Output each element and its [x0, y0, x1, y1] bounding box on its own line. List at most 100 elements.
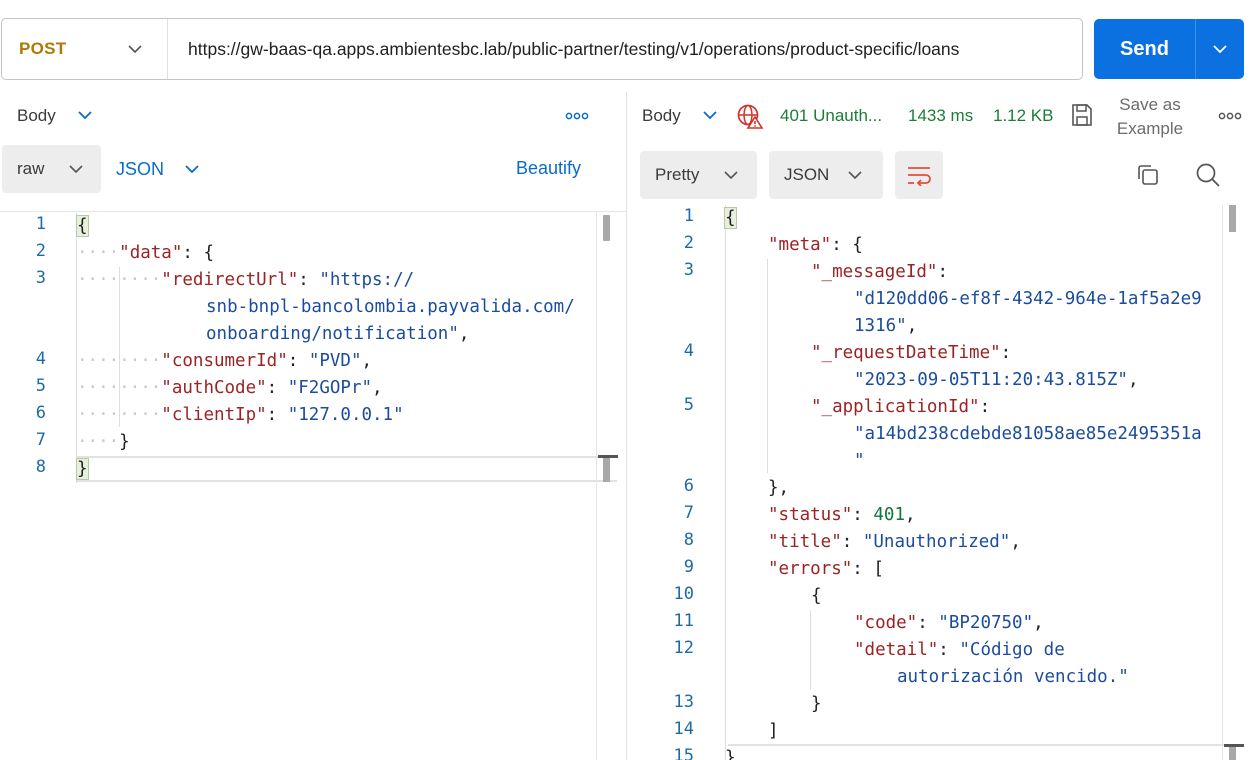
viewer-scroll-track [1222, 205, 1223, 760]
line-number: 7 [683, 503, 694, 523]
response-format-label: JSON [784, 165, 830, 184]
chevron-down-icon [724, 171, 738, 180]
line-number: 12 [673, 638, 694, 658]
editor-scrollbar[interactable] [603, 215, 610, 241]
code-line: ········"clientIp": "127.0.0.1" [77, 405, 404, 425]
send-button-group: Send [1094, 19, 1244, 79]
search-icon[interactable] [1195, 162, 1221, 188]
line-number: 9 [683, 557, 694, 577]
response-status[interactable]: 401 Unauth... [780, 106, 882, 126]
network-error-icon[interactable] [736, 103, 764, 129]
chevron-down-icon[interactable] [77, 107, 93, 123]
code-line: 1316", [854, 316, 918, 336]
code-line: autorización vencido." [897, 667, 1129, 687]
line-number: 8 [683, 530, 694, 550]
code-line: "a14bd238cdebde81058ae85e2495351a [854, 424, 1202, 444]
chevron-down-icon[interactable] [702, 107, 718, 123]
view-mode-select[interactable]: Pretty [640, 151, 757, 199]
code-line: ········"redirectUrl": "https:// [77, 270, 415, 290]
more-horizontal-icon[interactable] [1218, 111, 1242, 121]
viewer-scrollbar[interactable] [1229, 747, 1236, 760]
method-select[interactable]: POST [2, 19, 168, 79]
code-line: "2023-09-05T11:20:43.815Z", [854, 370, 1139, 390]
code-line: "_applicationId": [811, 397, 991, 417]
line-number: 3 [35, 268, 46, 288]
body-mode-select[interactable]: raw [2, 145, 101, 193]
code-line: ····"data": { [77, 243, 214, 263]
code-line: "status": 401, [768, 505, 916, 525]
save-as-example-button[interactable]: Save as Example [1108, 93, 1192, 141]
request-body-tab[interactable]: Body [17, 106, 56, 126]
code-line: ····} [77, 432, 130, 452]
editor-scrollbar[interactable] [603, 458, 610, 482]
save-icon[interactable] [1070, 102, 1094, 128]
response-time[interactable]: 1433 ms [908, 106, 973, 126]
example-label: Example [1116, 119, 1184, 138]
send-button[interactable]: Send [1094, 19, 1196, 79]
code-line: { [811, 586, 822, 606]
chevron-down-icon [848, 171, 862, 180]
line-number: 4 [35, 349, 46, 369]
chevron-down-icon[interactable] [184, 161, 200, 177]
current-line-highlight [728, 744, 1228, 746]
code-line: "title": "Unauthorized", [768, 532, 1021, 552]
line-number: 5 [683, 395, 694, 415]
code-line: "_messageId": [811, 262, 948, 282]
response-body-tab[interactable]: Body [642, 106, 681, 126]
code-line: ] [768, 721, 779, 741]
line-number: 14 [673, 719, 694, 739]
indent-guide [810, 610, 811, 690]
chevron-down-icon [69, 165, 83, 174]
code-line: { [724, 207, 737, 229]
save-as-label: Save as [1119, 95, 1181, 114]
send-options-button[interactable] [1196, 19, 1244, 79]
code-line: "meta": { [768, 235, 863, 255]
chevron-down-icon [1213, 45, 1227, 54]
indent-guide [767, 259, 768, 473]
line-number: 3 [683, 260, 694, 280]
code-line: onboarding/notification", [206, 324, 470, 344]
panel-divider[interactable] [626, 92, 627, 760]
code-line: ········"authCode": "F2GOPr", [77, 378, 383, 398]
view-mode-label: Pretty [655, 165, 700, 184]
response-size[interactable]: 1.12 KB [993, 106, 1054, 126]
line-number: 5 [35, 376, 46, 396]
url-input[interactable]: https://gw-baas-qa.apps.ambientesbc.lab/… [168, 39, 1082, 60]
beautify-button[interactable]: Beautify [516, 158, 581, 179]
response-format-select[interactable]: JSON [769, 151, 883, 199]
toolbar-divider [0, 211, 626, 212]
chevron-down-icon [128, 45, 142, 54]
line-number: 6 [683, 476, 694, 496]
line-number: 10 [673, 584, 694, 604]
code-line: ········"consumerId": "PVD", [77, 351, 373, 371]
code-line: " [854, 451, 865, 471]
more-horizontal-icon[interactable] [565, 111, 589, 121]
line-number: 15 [673, 746, 694, 760]
wrap-lines-icon [908, 167, 931, 186]
code-line: "code": "BP20750", [854, 613, 1044, 633]
line-number: 2 [35, 241, 46, 261]
code-line: }, [768, 478, 790, 498]
line-number: 11 [673, 611, 694, 631]
body-language-select[interactable]: JSON [116, 159, 164, 180]
line-number: 13 [673, 692, 694, 712]
copy-icon[interactable] [1136, 163, 1160, 187]
code-line: "detail": "Código de [854, 640, 1065, 660]
wrap-lines-button[interactable] [895, 151, 943, 199]
code-line: } [725, 748, 736, 760]
line-number: 4 [683, 341, 694, 361]
code-line: } [76, 458, 89, 480]
code-line: } [811, 694, 822, 714]
viewer-scrollbar[interactable] [1229, 205, 1236, 232]
code-line: "d120dd06-ef8f-4342-964e-1af5a2e9 [854, 289, 1202, 309]
indent-guide [725, 205, 726, 760]
code-line: { [76, 215, 89, 237]
request-url-bar: POST https://gw-baas-qa.apps.ambientesbc… [1, 18, 1083, 80]
line-number: 2 [683, 233, 694, 253]
body-mode-label: raw [17, 159, 45, 178]
current-line-highlight [77, 456, 617, 482]
code-line: "_requestDateTime": [811, 343, 1012, 363]
line-number: 8 [35, 457, 46, 477]
method-label: POST [19, 39, 67, 58]
code-line: snb-bnpl-bancolombia.payvalida.com/ [206, 297, 575, 317]
